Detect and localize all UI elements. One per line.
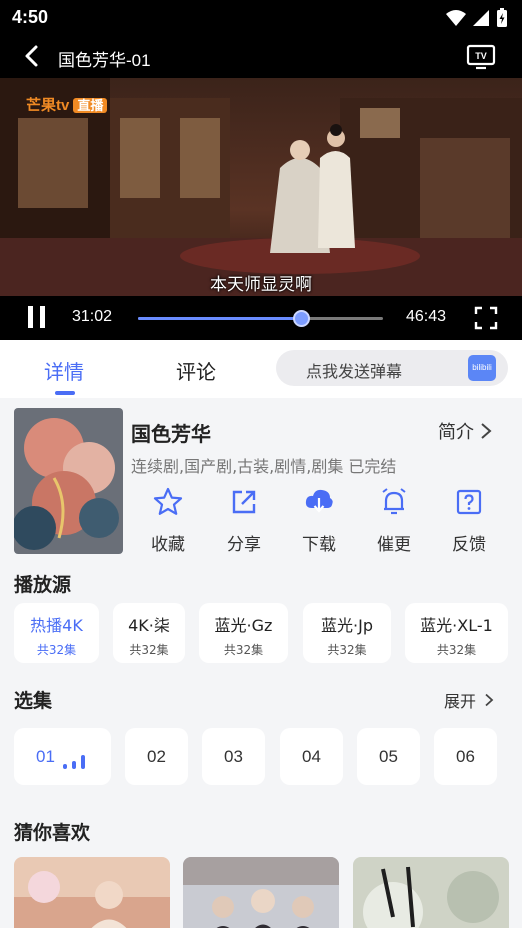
channel-logo: 芒果tv 直播 — [26, 94, 108, 115]
status-time: 4:50 — [12, 7, 49, 27]
episode-item[interactable]: 05 — [357, 728, 420, 785]
source-item[interactable]: 4K·柒 共32集 — [113, 603, 185, 663]
recommend-poster[interactable] — [14, 857, 170, 928]
battery-icon — [497, 8, 507, 27]
share-button[interactable]: 分享 — [214, 486, 274, 555]
remind-update-label: 催更 — [377, 535, 411, 555]
wifi-icon — [446, 10, 466, 26]
tab-comments[interactable]: 评论 — [176, 356, 216, 385]
player-controls: 31:02 46:43 — [0, 296, 522, 340]
intro-button[interactable]: 简介 — [438, 418, 492, 444]
show-poster[interactable] — [14, 408, 123, 554]
recommend-title: 猜你喜欢 — [14, 822, 91, 844]
fullscreen-icon[interactable] — [474, 306, 498, 330]
detail-tabs: 详情 评论 点我发送弹幕 bilibili — [0, 340, 522, 398]
remind-update-button[interactable]: 催更 — [364, 486, 424, 555]
total-duration: 46:43 — [406, 308, 447, 325]
source-item[interactable]: 蓝光·Jp 共32集 — [303, 603, 391, 663]
sources-title: 播放源 — [14, 574, 72, 596]
app-root: 4:50 国色芳华-01 TV 芒果tv 直播 本天师显灵啊 31:02 46:… — [0, 0, 522, 928]
progress-fill — [138, 317, 301, 320]
episode-list: 01 02 03 04 05 06 — [14, 728, 522, 786]
episode-item[interactable]: 03 — [202, 728, 265, 785]
source-name: 4K·柒 — [128, 616, 170, 635]
status-icons — [446, 8, 508, 28]
svg-text:TV: TV — [475, 51, 487, 61]
source-name: 蓝光·XL-1 — [420, 616, 493, 635]
source-item[interactable]: 蓝光·XL-1 共32集 — [405, 603, 508, 663]
recommend-poster[interactable] — [353, 857, 509, 928]
source-item[interactable]: 蓝光·Gz 共32集 — [199, 603, 288, 663]
intro-label: 简介 — [438, 422, 474, 443]
source-count: 共32集 — [327, 643, 367, 657]
tab-indicator — [55, 391, 75, 395]
source-count: 共32集 — [129, 643, 169, 657]
source-name: 蓝光·Gz — [214, 616, 273, 635]
episode-item[interactable]: 01 — [14, 728, 111, 785]
star-icon — [153, 487, 183, 515]
channel-logo-text: 芒果tv — [26, 97, 70, 114]
feedback-label: 反馈 — [452, 535, 486, 555]
show-title: 国色芳华 — [131, 422, 211, 446]
chevron-right-icon — [481, 423, 492, 439]
tab-details[interactable]: 详情 — [44, 356, 84, 385]
recommend-list — [14, 857, 522, 928]
status-bar: 4:50 — [0, 0, 522, 36]
expand-label: 展开 — [444, 692, 477, 711]
pause-icon-bar-left — [28, 306, 33, 328]
bilibili-icon[interactable]: bilibili — [468, 355, 496, 381]
video-title: 国色芳华-01 — [58, 51, 151, 70]
source-name: 蓝光·Jp — [321, 616, 373, 635]
favorite-label: 收藏 — [151, 535, 185, 555]
episode-item[interactable]: 02 — [125, 728, 188, 785]
cloud-download-icon — [305, 489, 333, 513]
chevron-right-icon — [485, 693, 494, 707]
download-label: 下载 — [302, 535, 336, 555]
channel-logo-badge: 直播 — [73, 98, 108, 113]
source-count: 共32集 — [36, 643, 77, 657]
now-playing-icon — [63, 755, 85, 769]
pause-button[interactable] — [26, 306, 48, 328]
episode-item[interactable]: 06 — [434, 728, 497, 785]
video-player[interactable]: 芒果tv 直播 本天师显灵啊 31:02 46:43 — [0, 78, 522, 340]
download-button[interactable]: 下载 — [289, 486, 349, 555]
show-tags: 连续剧,国产剧,古装,剧情,剧集 已完结 — [131, 457, 397, 476]
recommend-poster[interactable] — [183, 857, 339, 928]
video-subtitle: 本天师显灵啊 — [210, 275, 312, 295]
danmu-input[interactable]: 点我发送弹幕 bilibili — [276, 350, 508, 386]
title-bar: 国色芳华-01 TV — [0, 36, 522, 78]
source-name: 热播4K — [30, 616, 83, 635]
signal-icon — [473, 10, 489, 26]
source-count: 共32集 — [223, 643, 264, 657]
question-icon — [456, 489, 482, 515]
danmu-placeholder: 点我发送弹幕 — [306, 362, 403, 381]
source-list: 热播4K 共32集 4K·柒 共32集 蓝光·Gz 共32集 蓝光·Jp 共32… — [14, 603, 522, 663]
bell-icon — [382, 488, 406, 515]
share-icon — [232, 490, 256, 514]
progress-thumb[interactable] — [292, 310, 310, 327]
favorite-button[interactable]: 收藏 — [138, 486, 198, 555]
expand-episodes-button[interactable]: 展开 — [444, 688, 494, 712]
episode-number: 01 — [36, 747, 55, 766]
tv-cast-icon[interactable]: TV — [466, 44, 496, 70]
action-row: 收藏 分享 下载 催更 反馈 — [131, 486, 511, 556]
current-time: 31:02 — [72, 308, 113, 325]
progress-slider[interactable] — [138, 310, 383, 327]
detail-content: 国色芳华 简介 连续剧,国产剧,古装,剧情,剧集 已完结 收藏 分享 下载 催更 — [0, 398, 522, 928]
pause-icon-bar-right — [40, 306, 45, 328]
episode-item[interactable]: 04 — [280, 728, 343, 785]
source-item[interactable]: 热播4K 共32集 — [14, 603, 99, 663]
back-arrow-icon[interactable] — [20, 44, 44, 68]
source-count: 共32集 — [436, 643, 477, 657]
share-label: 分享 — [227, 535, 261, 555]
episodes-title: 选集 — [14, 690, 53, 712]
feedback-button[interactable]: 反馈 — [439, 486, 499, 555]
